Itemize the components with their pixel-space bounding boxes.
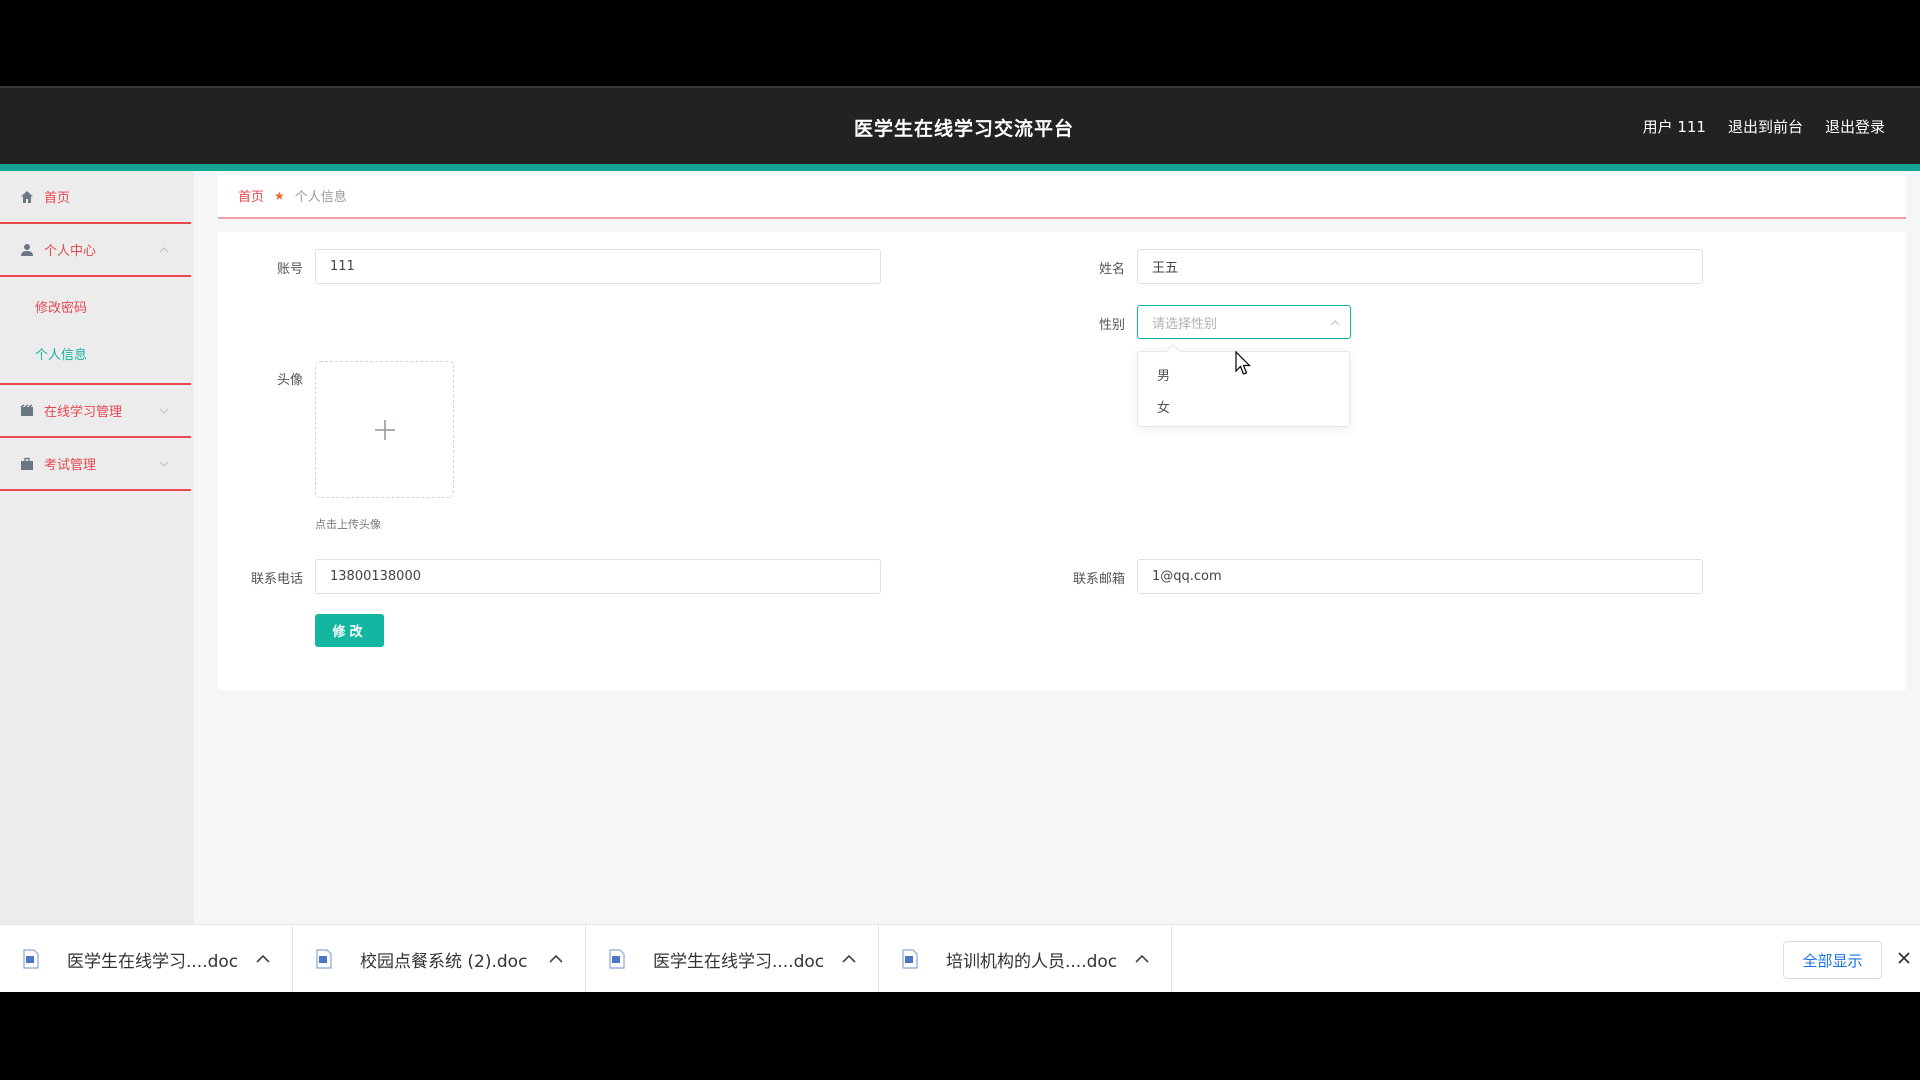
plus-icon (375, 420, 395, 440)
chevron-up-icon[interactable] (256, 954, 270, 964)
word-doc-icon (316, 949, 332, 969)
account-label: 账号 (276, 262, 303, 277)
name-field[interactable]: 王五 (1137, 249, 1703, 284)
name-label: 姓名 (1098, 262, 1125, 277)
breadcrumb: 首页 ★ 个人信息 (218, 174, 1906, 219)
gender-select[interactable]: 请选择性别 (1137, 305, 1351, 339)
sidebar-item-label: 个人中心 (44, 244, 97, 259)
download-item[interactable]: 培训机构的人员....doc (879, 925, 1172, 992)
logout-link[interactable]: 退出登录 (1825, 116, 1885, 137)
phone-field[interactable]: 13800138000 (315, 559, 881, 594)
top-links: 用户 111 退出到前台 退出登录 (1643, 116, 1885, 137)
show-all-downloads-button[interactable]: 全部显示 (1783, 941, 1882, 979)
sidebar-item-label: 首页 (44, 191, 71, 206)
sidebar-item-personal-center[interactable]: 个人中心 (0, 224, 191, 277)
chevron-up-icon (1330, 320, 1340, 326)
submit-button[interactable]: 修改 (315, 614, 384, 647)
email-label: 联系邮箱 (1072, 572, 1125, 587)
phone-label: 联系电话 (250, 572, 303, 587)
gender-option-female[interactable]: 女 (1138, 390, 1349, 422)
chevron-up-icon (159, 247, 169, 253)
breadcrumb-current: 个人信息 (294, 190, 347, 205)
gender-label: 性别 (1098, 318, 1125, 333)
sidebar-item-exam[interactable]: 考试管理 (0, 438, 191, 491)
word-doc-icon (902, 949, 918, 969)
sidebar-item-online-learning[interactable]: 在线学习管理 (0, 385, 191, 438)
app-window: 医学生在线学习交流平台 用户 111 退出到前台 退出登录 首页 个人中心 修改… (0, 86, 1920, 992)
chevron-up-icon[interactable] (842, 954, 856, 964)
download-item[interactable]: 校园点餐系统 (2).doc (293, 925, 586, 992)
close-icon[interactable] (1897, 951, 1911, 965)
download-item[interactable]: 医学生在线学习....doc (0, 925, 293, 992)
screen: 医学生在线学习交流平台 用户 111 退出到前台 退出登录 首页 个人中心 修改… (0, 0, 1920, 1080)
chevron-down-icon (159, 408, 169, 414)
sidebar-item-change-password[interactable]: 修改密码 (0, 283, 191, 330)
sidebar: 首页 个人中心 修改密码 个人信息 在线学习管理 考试管理 (0, 171, 194, 992)
download-filename: 医学生在线学习....doc (653, 951, 825, 972)
briefcase-icon (21, 457, 33, 470)
email-field[interactable]: 1@qq.com (1137, 559, 1703, 594)
avatar-hint: 点击上传头像 (315, 518, 381, 531)
word-doc-icon (609, 949, 625, 969)
breadcrumb-home[interactable]: 首页 (238, 186, 264, 205)
chevron-down-icon (159, 461, 169, 467)
download-filename: 培训机构的人员....doc (946, 951, 1118, 972)
personal-center-submenu: 修改密码 个人信息 (0, 277, 191, 385)
top-bar-accent (0, 164, 1920, 171)
top-bar: 医学生在线学习交流平台 用户 111 退出到前台 退出登录 (0, 86, 1920, 164)
mouse-cursor-icon (1235, 351, 1251, 375)
gender-placeholder: 请选择性别 (1152, 316, 1218, 332)
user-icon (21, 243, 33, 256)
download-filename: 医学生在线学习....doc (67, 951, 239, 972)
account-field[interactable]: 111 (315, 249, 881, 284)
sidebar-item-home[interactable]: 首页 (0, 171, 191, 224)
word-doc-icon (23, 949, 39, 969)
sidebar-item-personal-info[interactable]: 个人信息 (0, 330, 191, 377)
sidebar-item-label: 考试管理 (44, 458, 97, 473)
home-icon (21, 190, 33, 203)
back-to-frontend-link[interactable]: 退出到前台 (1728, 116, 1803, 137)
avatar-label: 头像 (276, 373, 303, 388)
avatar-uploader[interactable] (315, 361, 454, 498)
star-icon: ★ (274, 188, 285, 203)
film-icon (20, 403, 33, 416)
download-item[interactable]: 医学生在线学习....doc (586, 925, 879, 992)
sidebar-item-label: 在线学习管理 (44, 405, 123, 420)
download-bar: 医学生在线学习....doc 校园点餐系统 (2).doc 医学生在线学习...… (0, 924, 1920, 992)
download-filename: 校园点餐系统 (2).doc (360, 951, 528, 972)
chevron-up-icon[interactable] (1135, 954, 1149, 964)
chevron-up-icon[interactable] (549, 954, 563, 964)
profile-form-card (218, 232, 1906, 690)
app-title: 医学生在线学习交流平台 (853, 118, 1074, 140)
user-link[interactable]: 用户 111 (1643, 116, 1706, 137)
